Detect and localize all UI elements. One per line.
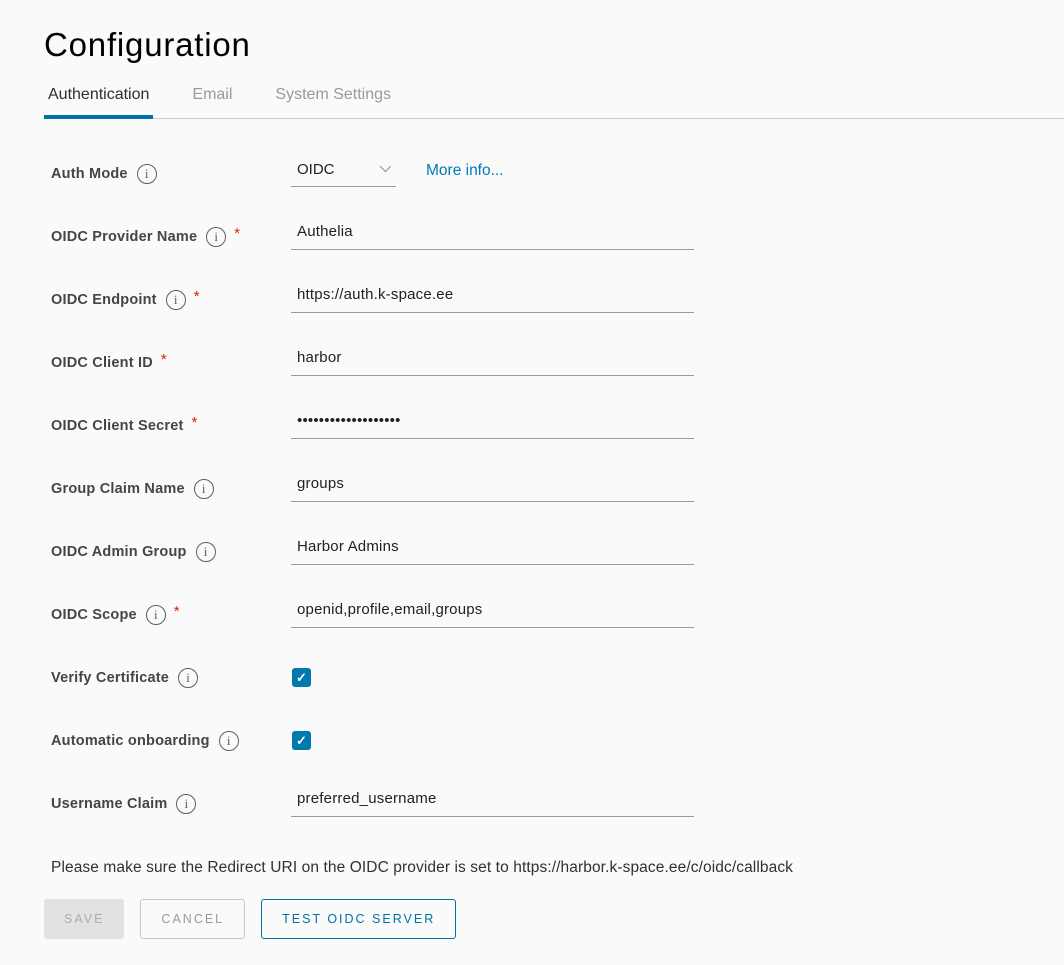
auth-mode-select[interactable]: OIDC <box>291 161 396 187</box>
field-control: OIDC More info... <box>291 161 1064 187</box>
cancel-button[interactable]: CANCEL <box>140 899 245 939</box>
test-oidc-server-button[interactable]: TEST OIDC SERVER <box>261 899 456 939</box>
field-label-text: OIDC Provider Name <box>51 229 197 245</box>
field-label-text: OIDC Admin Group <box>51 544 187 560</box>
oidc-client-secret-input[interactable] <box>291 412 694 439</box>
tab-system-settings[interactable]: System Settings <box>271 80 395 118</box>
form-row-oidc-client-secret: OIDC Client Secret * <box>51 394 1064 457</box>
form-row-oidc-provider-name: OIDC Provider Name i * <box>51 205 1064 268</box>
field-label: Auth Mode i <box>51 164 291 184</box>
form-row-automatic-onboarding: Automatic onboarding i ✓ <box>51 709 1064 772</box>
field-label: OIDC Endpoint i * <box>51 290 291 310</box>
field-label-text: Automatic onboarding <box>51 733 210 749</box>
field-control <box>291 412 1064 439</box>
field-control <box>291 601 1064 628</box>
field-control <box>291 223 1064 250</box>
required-marker: * <box>161 351 167 368</box>
field-label-text: OIDC Client ID <box>51 355 153 371</box>
info-icon[interactable]: i <box>196 542 216 562</box>
oidc-admin-group-input[interactable] <box>291 538 694 565</box>
required-marker: * <box>234 225 240 242</box>
form-row-oidc-admin-group: OIDC Admin Group i <box>51 520 1064 583</box>
tab-authentication[interactable]: Authentication <box>44 80 153 118</box>
field-control: ✓ <box>291 731 1064 750</box>
field-control <box>291 790 1064 817</box>
chevron-down-icon <box>380 160 391 171</box>
oidc-scope-input[interactable] <box>291 601 694 628</box>
field-label: Verify Certificate i <box>51 668 291 688</box>
field-label-text: Verify Certificate <box>51 670 169 686</box>
field-control <box>291 475 1064 502</box>
info-icon[interactable]: i <box>137 164 157 184</box>
required-marker: * <box>194 288 200 305</box>
field-control: ✓ <box>291 668 1064 687</box>
required-marker: * <box>174 603 180 620</box>
page-title: Configuration <box>44 0 1064 64</box>
form-row-username-claim: Username Claim i <box>51 772 1064 835</box>
info-icon[interactable]: i <box>206 227 226 247</box>
redirect-uri-note: Please make sure the Redirect URI on the… <box>51 859 1064 877</box>
required-marker: * <box>192 414 198 431</box>
info-icon[interactable]: i <box>178 668 198 688</box>
field-label-text: OIDC Scope <box>51 607 137 623</box>
tabs-bar: Authentication Email System Settings <box>44 80 1064 119</box>
field-control <box>291 286 1064 313</box>
check-icon: ✓ <box>296 734 307 747</box>
info-icon[interactable]: i <box>219 731 239 751</box>
info-icon[interactable]: i <box>194 479 214 499</box>
oidc-provider-name-input[interactable] <box>291 223 694 250</box>
select-value: OIDC <box>297 161 335 178</box>
button-row: SAVE CANCEL TEST OIDC SERVER <box>44 899 1064 939</box>
info-icon[interactable]: i <box>166 290 186 310</box>
field-label: OIDC Scope i * <box>51 605 291 625</box>
field-label: OIDC Client ID * <box>51 354 291 371</box>
field-control <box>291 349 1064 376</box>
form-row-verify-certificate: Verify Certificate i ✓ <box>51 646 1064 709</box>
field-label: Username Claim i <box>51 794 291 814</box>
field-label: OIDC Client Secret * <box>51 417 291 434</box>
automatic-onboarding-checkbox[interactable]: ✓ <box>292 731 311 750</box>
field-label-text: Group Claim Name <box>51 481 185 497</box>
form-row-oidc-scope: OIDC Scope i * <box>51 583 1064 646</box>
field-label-text: OIDC Endpoint <box>51 292 157 308</box>
field-label: Automatic onboarding i <box>51 731 291 751</box>
form-row-group-claim-name: Group Claim Name i <box>51 457 1064 520</box>
field-label: OIDC Provider Name i * <box>51 227 291 247</box>
field-label: Group Claim Name i <box>51 479 291 499</box>
field-label-text: Username Claim <box>51 796 167 812</box>
more-info-link[interactable]: More info... <box>426 162 504 180</box>
verify-certificate-checkbox[interactable]: ✓ <box>292 668 311 687</box>
group-claim-name-input[interactable] <box>291 475 694 502</box>
username-claim-input[interactable] <box>291 790 694 817</box>
form-row-oidc-endpoint: OIDC Endpoint i * <box>51 268 1064 331</box>
form-row-auth-mode: Auth Mode i OIDC More info... <box>51 142 1064 205</box>
field-control <box>291 538 1064 565</box>
info-icon[interactable]: i <box>176 794 196 814</box>
field-label: OIDC Admin Group i <box>51 542 291 562</box>
configuration-page: Configuration Authentication Email Syste… <box>0 0 1064 939</box>
oidc-endpoint-input[interactable] <box>291 286 694 313</box>
field-label-text: OIDC Client Secret <box>51 418 184 434</box>
check-icon: ✓ <box>296 671 307 684</box>
save-button[interactable]: SAVE <box>44 899 124 939</box>
form-row-oidc-client-id: OIDC Client ID * <box>51 331 1064 394</box>
config-form: Auth Mode i OIDC More info... OIDC Provi… <box>51 142 1064 835</box>
tab-email[interactable]: Email <box>188 80 236 118</box>
info-icon[interactable]: i <box>146 605 166 625</box>
oidc-client-id-input[interactable] <box>291 349 694 376</box>
field-label-text: Auth Mode <box>51 166 128 182</box>
